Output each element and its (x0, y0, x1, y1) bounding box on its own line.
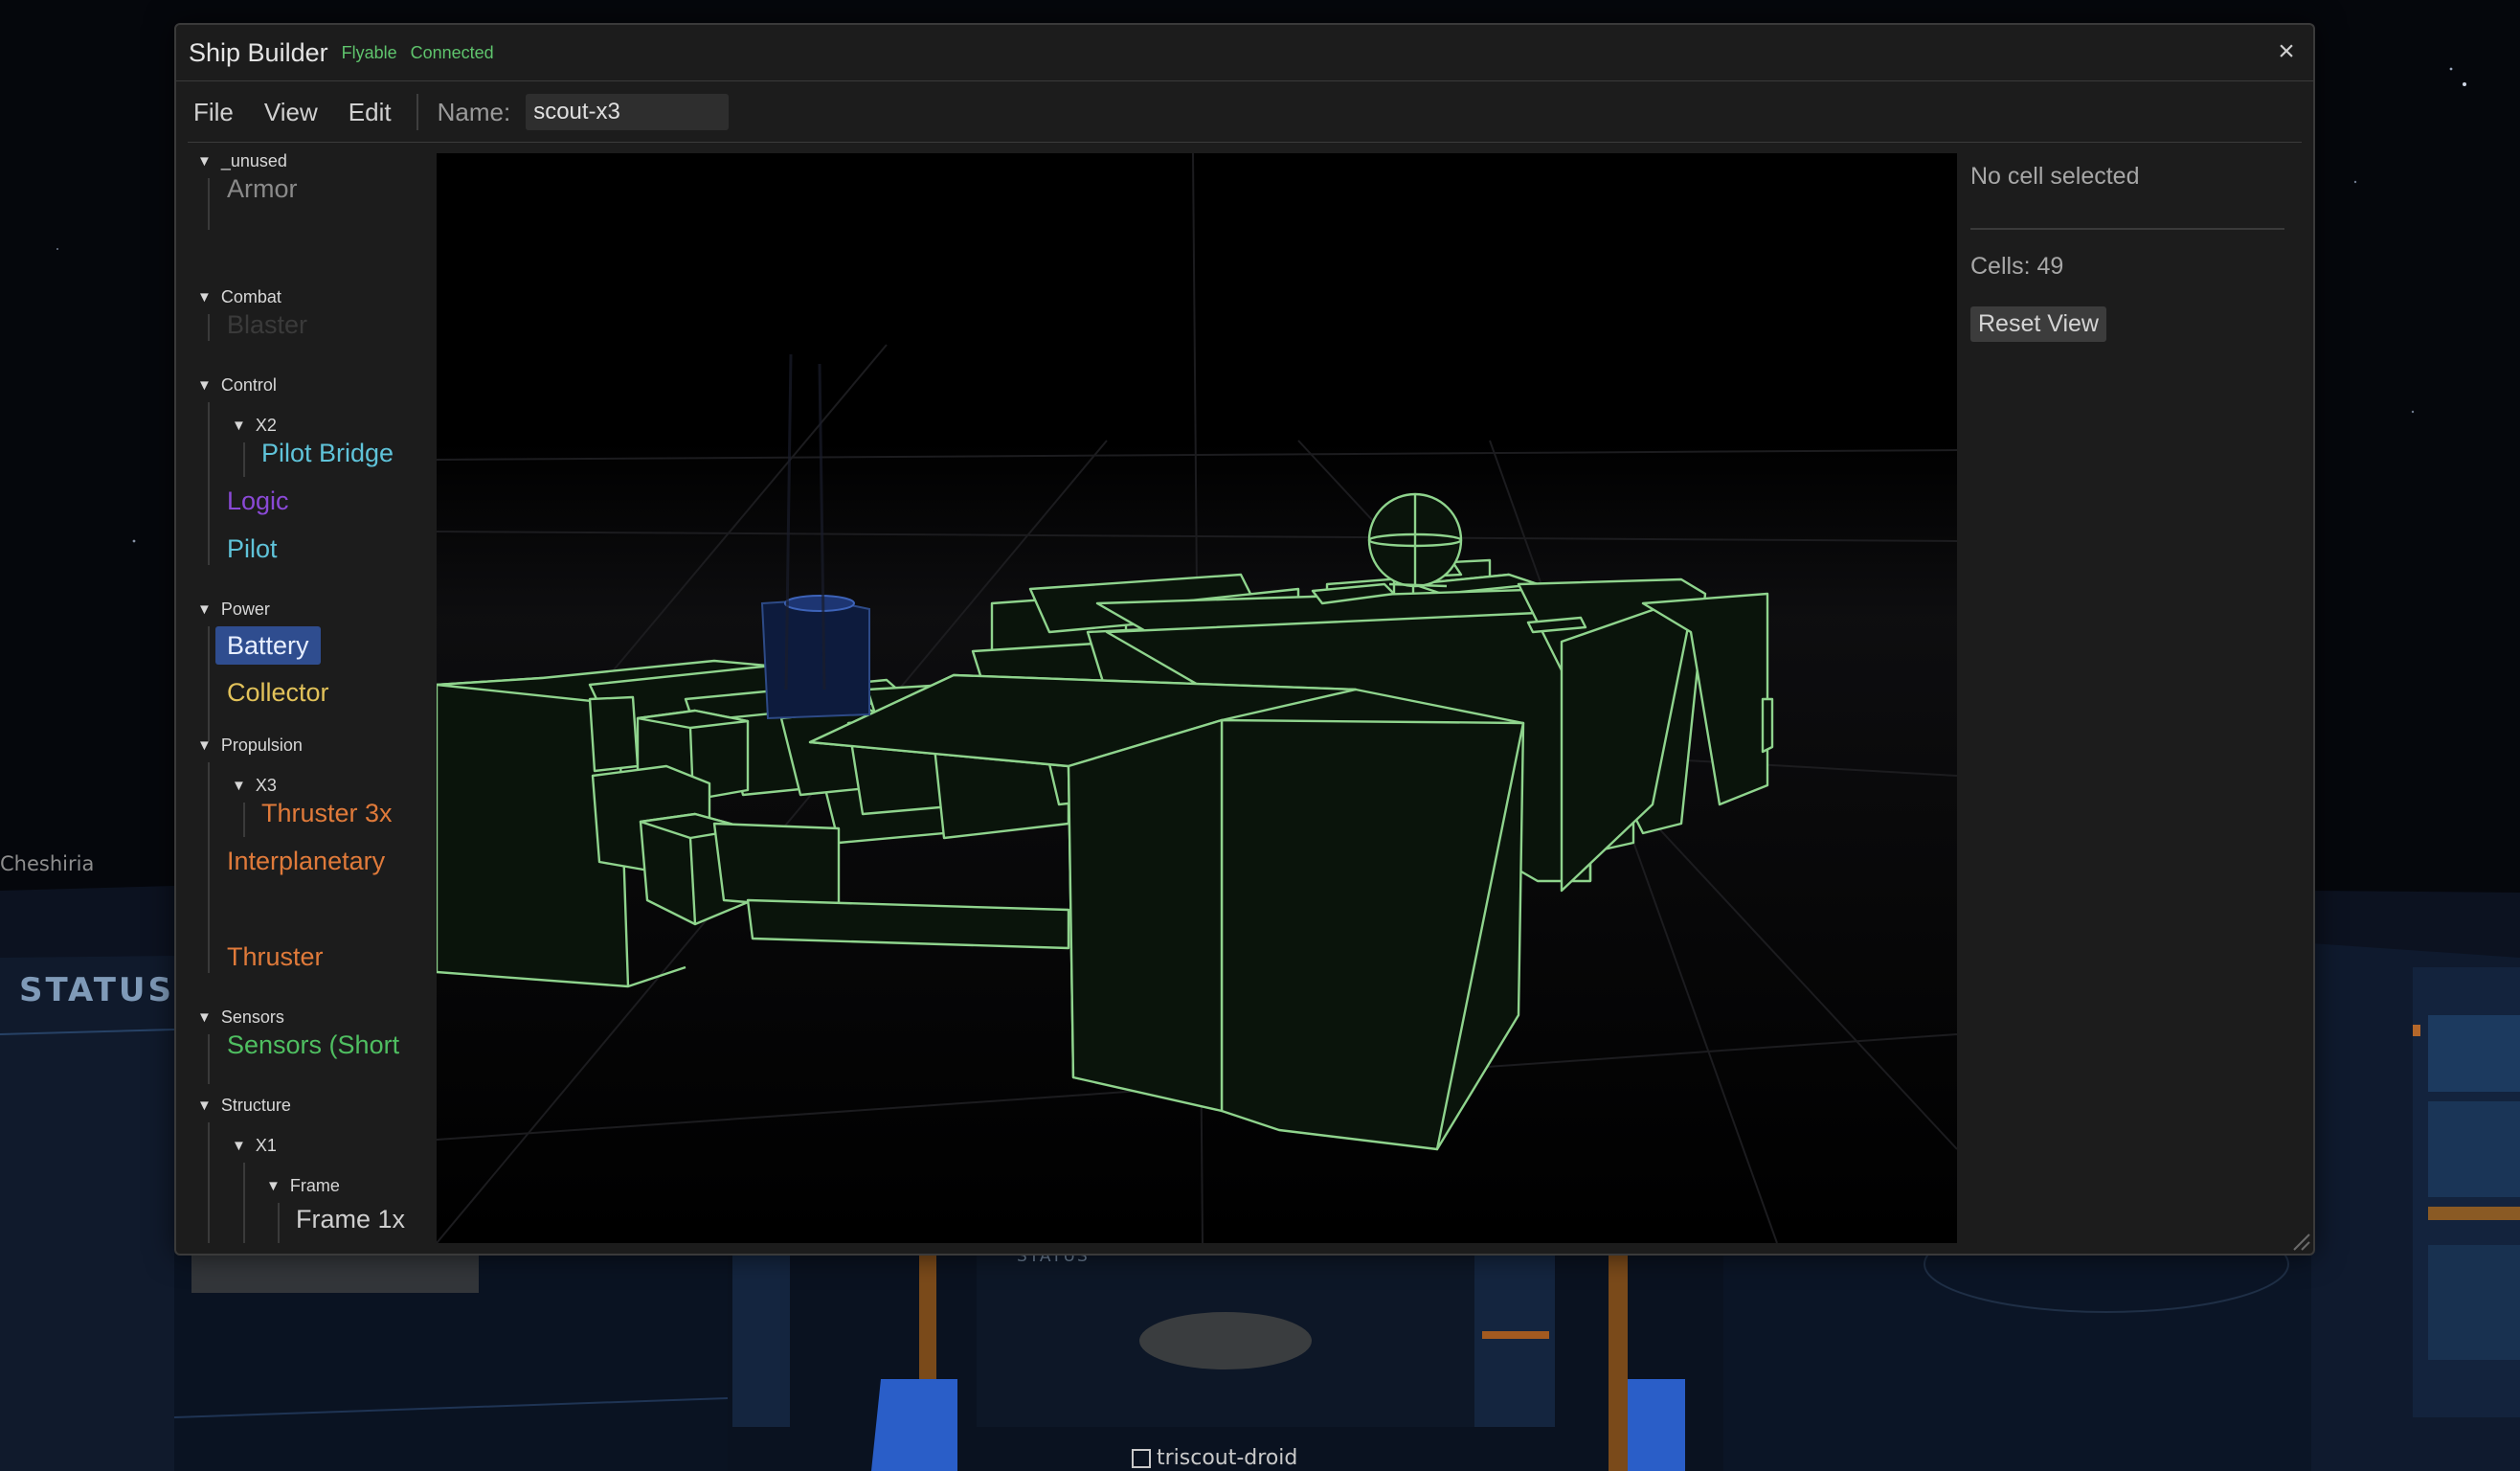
tree-item-thruster[interactable]: Thruster (227, 942, 324, 972)
name-label: Name: (437, 97, 511, 126)
tree-group-combat[interactable]: ▼ Combat (197, 287, 281, 307)
droid-name: triscout-droid (1157, 1446, 1298, 1470)
collapse-triangle-icon[interactable]: ▼ (197, 1009, 212, 1026)
selection-status: No cell selected (1970, 163, 2140, 190)
tree-item-blaster[interactable]: Blaster (227, 310, 307, 340)
collapse-triangle-icon[interactable]: ▼ (197, 1098, 212, 1114)
tree-guide (208, 314, 210, 341)
title-bar[interactable]: Ship Builder Flyable Connected × (176, 25, 2313, 81)
toolbar-divider (416, 94, 418, 130)
tree-group-frame[interactable]: ▼ Frame (266, 1176, 340, 1196)
tree-item-frame-1x[interactable]: Frame 1x (296, 1205, 405, 1234)
ship-3d-viewport[interactable] (437, 153, 1957, 1243)
tree-group-control[interactable]: ▼ Control (197, 375, 277, 396)
window-title: Ship Builder (189, 37, 328, 67)
tree-group-propulsion-x3[interactable]: ▼ X3 (232, 776, 277, 796)
collapse-triangle-icon[interactable]: ▼ (197, 377, 212, 394)
tree-guide (278, 1203, 280, 1243)
tree-guide (208, 1122, 210, 1243)
selected-battery-cell[interactable] (760, 595, 870, 720)
tree-guide (208, 626, 210, 741)
tree-item-battery-selected[interactable]: Battery (215, 626, 321, 665)
tree-guide (208, 762, 210, 973)
tree-group-power[interactable]: ▼ Power (197, 600, 270, 620)
collapse-triangle-icon[interactable]: ▼ (197, 601, 212, 618)
collapse-triangle-icon[interactable]: ▼ (197, 737, 212, 754)
tree-group-unused[interactable]: ▼ _unused (197, 151, 287, 171)
tree-item-interplanetary[interactable]: Interplanetary (227, 847, 385, 876)
ship-builder-window: Ship Builder Flyable Connected × File Vi… (174, 23, 2315, 1256)
checkbox-icon[interactable] (1132, 1448, 1151, 1468)
flyable-badge: Flyable (341, 42, 397, 62)
tree-item-logic[interactable]: Logic (227, 487, 289, 516)
status-label-left: STATUS (19, 971, 175, 1009)
tree-item-collector[interactable]: Collector (227, 678, 329, 708)
resize-grip-icon[interactable] (2290, 1231, 2311, 1252)
tree-item-armor[interactable]: Armor (227, 174, 298, 204)
collapse-triangle-icon[interactable]: ▼ (197, 153, 212, 170)
tree-item-pilot-bridge[interactable]: Pilot Bridge (261, 439, 394, 468)
menu-view[interactable]: View (264, 98, 318, 127)
tree-item-pilot[interactable]: Pilot (227, 534, 278, 564)
menu-file[interactable]: File (193, 98, 234, 127)
close-icon[interactable]: × (2269, 34, 2304, 69)
cell-count: Cells: 49 (1970, 253, 2064, 280)
tree-item-thruster-3x[interactable]: Thruster 3x (261, 799, 393, 828)
collapse-triangle-icon[interactable]: ▼ (197, 289, 212, 306)
reset-view-button[interactable]: Reset View (1970, 306, 2106, 342)
sensor-sphere (1367, 492, 1463, 588)
collapse-triangle-icon[interactable]: ▼ (232, 418, 246, 434)
tree-group-structure[interactable]: ▼ Structure (197, 1096, 291, 1116)
panel-divider (1970, 228, 2284, 230)
connected-badge: Connected (410, 42, 494, 62)
tree-group-sensors[interactable]: ▼ Sensors (197, 1007, 284, 1028)
tree-guide (208, 402, 210, 565)
collapse-triangle-icon[interactable]: ▼ (266, 1178, 281, 1194)
player-nameplate: Cheshiria (0, 852, 95, 875)
tree-guide (243, 442, 245, 477)
ship-name-input[interactable] (526, 94, 730, 130)
tree-group-control-x2[interactable]: ▼ X2 (232, 416, 277, 436)
tree-guide (208, 178, 210, 230)
toolbar: File View Edit Name: (188, 82, 2302, 143)
collapse-triangle-icon[interactable]: ▼ (232, 1138, 246, 1154)
parts-tree[interactable]: ▼ _unused Armor ▼ Combat Blaster ▼ Control … (186, 151, 428, 1243)
tree-group-structure-x1[interactable]: ▼ X1 (232, 1136, 277, 1156)
menu-edit[interactable]: Edit (349, 98, 392, 127)
tree-group-propulsion[interactable]: ▼ Propulsion (197, 736, 303, 756)
tree-guide (243, 1163, 245, 1243)
tree-item-sensors-short[interactable]: Sensors (Short (227, 1030, 399, 1060)
ship-wireframe-render[interactable] (437, 153, 1957, 1243)
collapse-triangle-icon[interactable]: ▼ (232, 778, 246, 794)
tree-guide (243, 803, 245, 837)
tree-guide (208, 1034, 210, 1084)
droid-nameplate: triscout-droid (1132, 1446, 1297, 1470)
